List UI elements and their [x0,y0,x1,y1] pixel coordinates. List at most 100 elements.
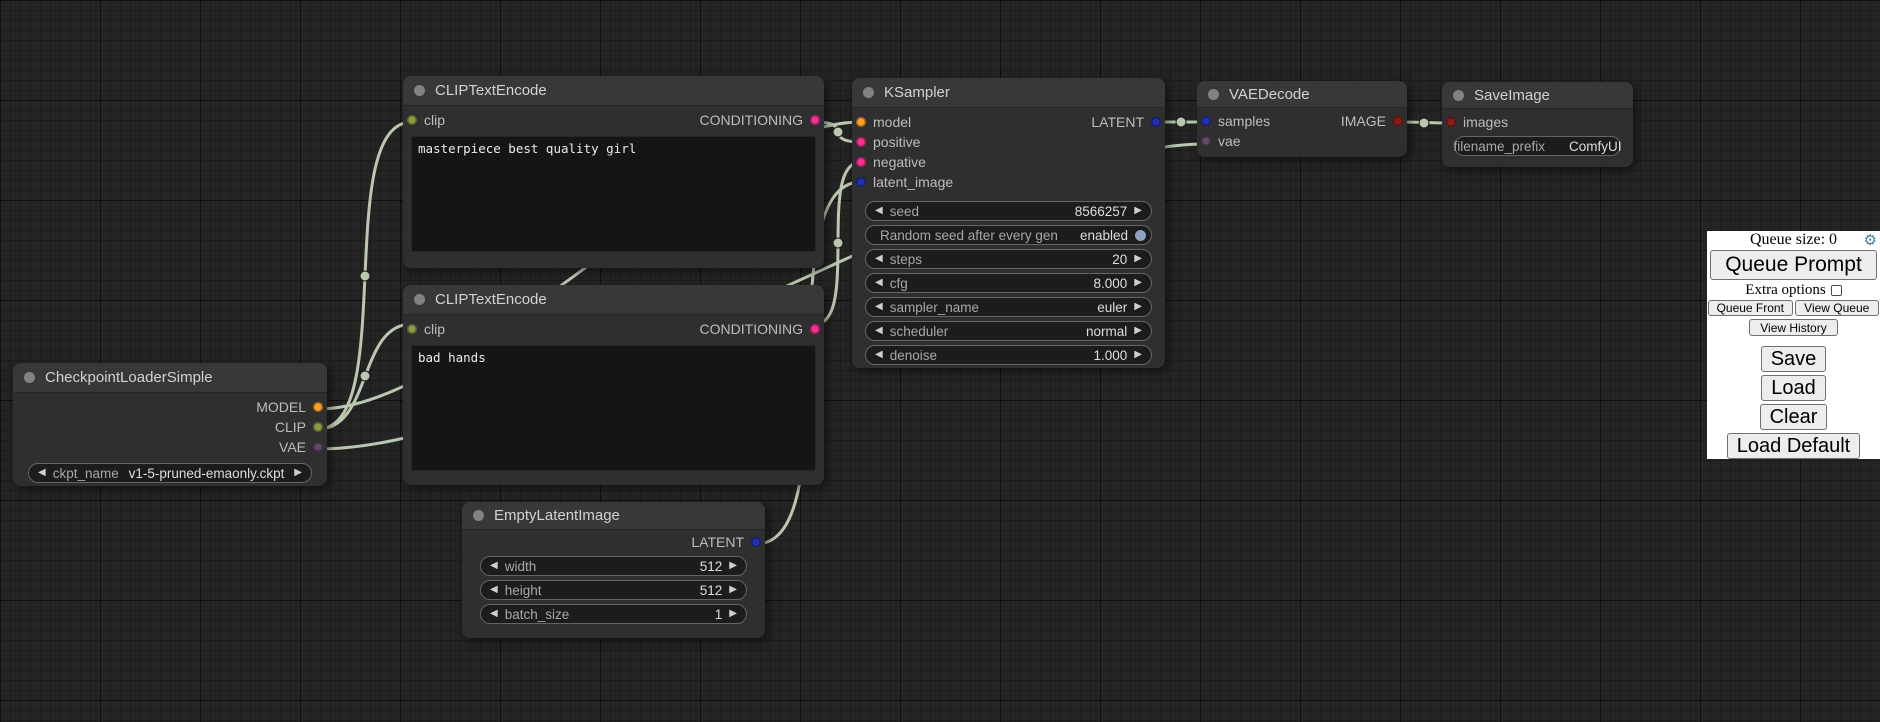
stepper-left-icon[interactable]: ◀ [875,350,883,360]
node-saveimage[interactable]: SaveImage images filename_prefix ComfyUI [1442,82,1633,167]
ckpt-name-widget[interactable]: ◀ ckpt_name v1-5-pruned-emaonly.ckpt ▶ [28,463,312,483]
stepper-left-icon[interactable]: ◀ [875,302,883,312]
node-collapse-dot[interactable] [414,294,425,305]
output-port-conditioning[interactable] [810,324,820,334]
seed-widget[interactable]: ◀ seed 8566257 ▶ [865,201,1152,221]
stepper-right-icon[interactable]: ▶ [729,609,737,619]
output-port-vae[interactable] [313,442,323,452]
widget-label: steps [890,252,922,267]
stepper-left-icon[interactable]: ◀ [490,585,498,595]
node-title-bar[interactable]: EmptyLatentImage [462,502,765,530]
input-label: positive [873,134,920,150]
input-port-latent-image[interactable] [856,177,866,187]
node-title-bar[interactable]: SaveImage [1442,82,1633,109]
node-title: CLIPTextEncode [435,291,547,308]
node-vaedecode[interactable]: VAEDecode samples IMAGE vae [1197,81,1407,157]
extra-options-checkbox[interactable] [1831,285,1842,296]
widget-value: 8566257 [1075,204,1128,219]
widget-label: ckpt_name [53,466,119,481]
widget-label: sampler_name [890,300,979,315]
stepper-right-icon[interactable]: ▶ [1134,206,1142,216]
input-label: vae [1218,133,1241,149]
stepper-right-icon[interactable]: ▶ [1134,326,1142,336]
widget-label: denoise [890,348,937,363]
node-title-bar[interactable]: CLIPTextEncode [403,285,824,315]
node-title: CLIPTextEncode [435,82,547,99]
input-port-clip[interactable] [407,115,417,125]
input-port-vae[interactable] [1201,136,1211,146]
load-default-button[interactable]: Load Default [1727,433,1860,459]
input-port-images[interactable] [1446,117,1456,127]
sampler-name-widget[interactable]: ◀ sampler_name euler ▶ [865,297,1152,317]
output-port-image[interactable] [1393,116,1403,126]
output-port-latent[interactable] [1151,117,1161,127]
settings-gear-icon[interactable]: ⚙ [1864,231,1877,249]
node-collapse-dot[interactable] [24,372,35,383]
node-title-bar[interactable]: CLIPTextEncode [403,76,824,106]
batch-size-widget[interactable]: ◀ batch_size 1 ▶ [480,604,747,624]
node-ksampler[interactable]: KSampler model LATENT positive negative … [852,78,1165,368]
queue-prompt-button[interactable]: Queue Prompt [1710,250,1877,280]
toggle-on-indicator[interactable] [1135,230,1146,241]
stepper-right-icon[interactable]: ▶ [1134,254,1142,264]
stepper-left-icon[interactable]: ◀ [490,561,498,571]
node-checkpointloadersimple[interactable]: CheckpointLoaderSimple MODEL CLIP VAE ◀ … [13,363,327,486]
output-label: CONDITIONING [700,321,803,337]
view-queue-button[interactable]: View Queue [1795,300,1880,316]
clear-button[interactable]: Clear [1760,404,1828,430]
node-collapse-dot[interactable] [473,510,484,521]
output-port-model[interactable] [313,402,323,412]
filename-prefix-widget[interactable]: filename_prefix ComfyUI [1454,136,1621,156]
node-collapse-dot[interactable] [1208,89,1219,100]
negative-prompt-textarea[interactable]: bad hands [411,345,816,471]
node-collapse-dot[interactable] [414,85,425,96]
stepper-right-icon[interactable]: ▶ [1134,350,1142,360]
input-port-model[interactable] [856,117,866,127]
stepper-left-icon[interactable]: ◀ [875,254,883,264]
node-title: EmptyLatentImage [494,507,620,524]
stepper-left-icon[interactable]: ◀ [490,609,498,619]
stepper-left-icon[interactable]: ◀ [875,206,883,216]
input-port-positive[interactable] [856,137,866,147]
node-collapse-dot[interactable] [863,87,874,98]
input-port-samples[interactable] [1201,116,1211,126]
stepper-right-icon[interactable]: ▶ [1134,302,1142,312]
stepper-right-icon[interactable]: ▶ [1134,278,1142,288]
widget-label: width [505,559,537,574]
widget-label: batch_size [505,607,570,622]
node-title-bar[interactable]: KSampler [852,78,1165,108]
steps-widget[interactable]: ◀ steps 20 ▶ [865,249,1152,269]
node-collapse-dot[interactable] [1453,90,1464,101]
stepper-left-icon[interactable]: ◀ [875,278,883,288]
positive-prompt-textarea[interactable]: masterpiece best quality girl [411,136,816,252]
load-button[interactable]: Load [1761,375,1826,401]
denoise-widget[interactable]: ◀ denoise 1.000 ▶ [865,345,1152,365]
node-title-bar[interactable]: CheckpointLoaderSimple [13,363,327,393]
queue-front-button[interactable]: Queue Front [1708,300,1793,316]
input-port-clip[interactable] [407,324,417,334]
output-label: CONDITIONING [700,112,803,128]
output-port-clip[interactable] [313,422,323,432]
node-cliptextencode-positive[interactable]: CLIPTextEncode clip CONDITIONING masterp… [403,76,824,268]
node-title-bar[interactable]: VAEDecode [1197,81,1407,108]
random-seed-toggle-widget[interactable]: Random seed after every gen enabled [865,225,1152,245]
link-midpoint-dot [1176,117,1186,127]
stepper-right-icon[interactable]: ▶ [729,585,737,595]
save-button[interactable]: Save [1761,346,1827,372]
cfg-widget[interactable]: ◀ cfg 8.000 ▶ [865,273,1152,293]
view-history-button[interactable]: View History [1749,319,1837,336]
output-port-latent[interactable] [751,537,761,547]
input-port-negative[interactable] [856,157,866,167]
scheduler-widget[interactable]: ◀ scheduler normal ▶ [865,321,1152,341]
node-emptylatentimage[interactable]: EmptyLatentImage LATENT ◀ width 512 ▶ ◀ … [462,502,765,638]
widget-value: euler [1097,300,1127,315]
stepper-right-icon[interactable]: ▶ [729,561,737,571]
node-cliptextencode-negative[interactable]: CLIPTextEncode clip CONDITIONING bad han… [403,285,824,485]
output-port-conditioning[interactable] [810,115,820,125]
width-widget[interactable]: ◀ width 512 ▶ [480,556,747,576]
stepper-left-icon[interactable]: ◀ [38,468,46,478]
stepper-right-icon[interactable]: ▶ [294,468,302,478]
height-widget[interactable]: ◀ height 512 ▶ [480,580,747,600]
stepper-left-icon[interactable]: ◀ [875,326,883,336]
widget-label: cfg [890,276,908,291]
